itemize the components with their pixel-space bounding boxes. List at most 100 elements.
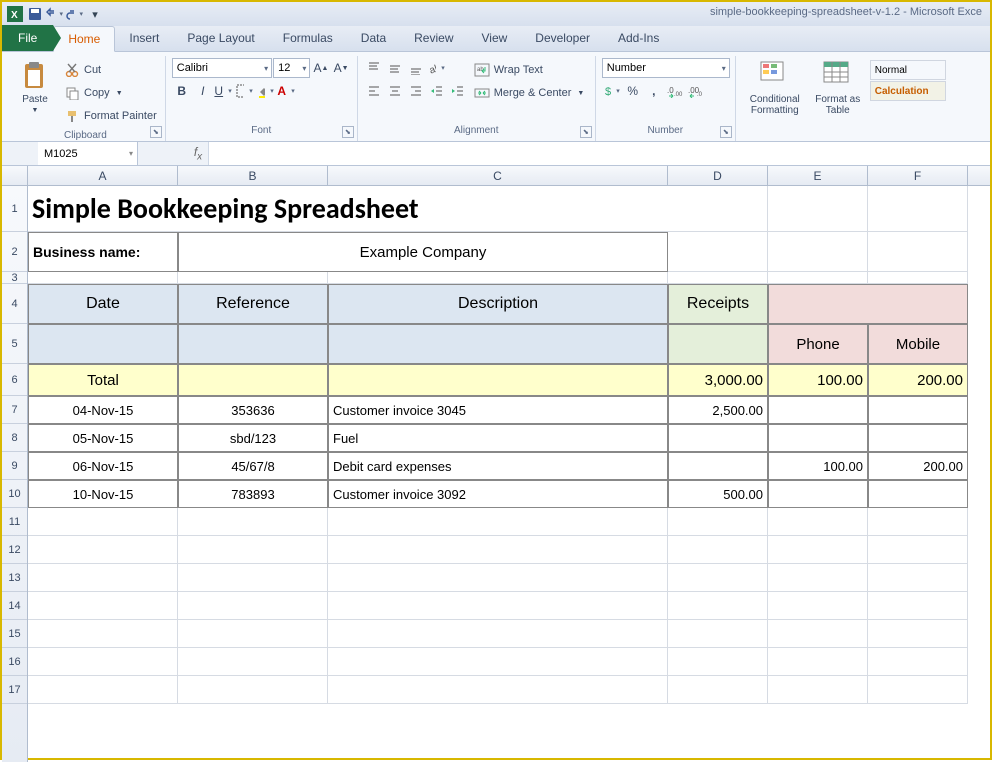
cell[interactable]	[668, 564, 768, 592]
number-launcher[interactable]: ⬊	[720, 126, 732, 138]
row-header[interactable]: 3	[2, 272, 27, 284]
tab-review[interactable]: Review	[400, 25, 467, 51]
save-icon[interactable]	[26, 5, 44, 23]
cell[interactable]	[768, 648, 868, 676]
cell[interactable]	[178, 536, 328, 564]
row-header[interactable]: 17	[2, 676, 27, 704]
align-bottom-icon[interactable]	[406, 58, 426, 78]
row-header[interactable]: 12	[2, 536, 27, 564]
hdr-receipts[interactable]: Receipts	[668, 284, 768, 324]
font-launcher[interactable]: ⬊	[342, 126, 354, 138]
cell[interactable]	[28, 620, 178, 648]
cell[interactable]	[768, 186, 868, 232]
cell[interactable]	[768, 536, 868, 564]
data-rec[interactable]	[668, 424, 768, 452]
row-header[interactable]: 2	[2, 232, 27, 272]
decrease-indent-icon[interactable]	[427, 81, 447, 101]
sub-rec[interactable]	[668, 324, 768, 364]
cell[interactable]	[28, 676, 178, 704]
total-ref[interactable]	[178, 364, 328, 396]
cell[interactable]	[668, 676, 768, 704]
qat-customize-icon[interactable]: ▾	[86, 5, 104, 23]
align-center-icon[interactable]	[385, 81, 405, 101]
row-header[interactable]: 13	[2, 564, 27, 592]
data-desc[interactable]: Customer invoice 3092	[328, 480, 668, 508]
select-all-corner[interactable]	[2, 166, 28, 185]
align-right-icon[interactable]	[406, 81, 426, 101]
font-size-select[interactable]: 12	[273, 58, 310, 78]
business-name-value[interactable]: Example Company	[178, 232, 668, 272]
style-calculation[interactable]: Calculation	[870, 81, 946, 101]
data-rec[interactable]: 2,500.00	[668, 396, 768, 424]
border-button[interactable]	[235, 81, 255, 101]
tab-data[interactable]: Data	[347, 25, 400, 51]
cell[interactable]	[668, 648, 768, 676]
align-top-icon[interactable]	[364, 58, 384, 78]
sub-ref[interactable]	[178, 324, 328, 364]
row-header[interactable]: 14	[2, 592, 27, 620]
format-as-table-button[interactable]: Format as Table	[812, 58, 864, 139]
percent-format-icon[interactable]: %	[623, 81, 643, 101]
cell[interactable]	[868, 564, 968, 592]
data-phone[interactable]	[768, 396, 868, 424]
font-color-button[interactable]: A	[277, 81, 297, 101]
tab-insert[interactable]: Insert	[115, 25, 173, 51]
cell[interactable]	[668, 620, 768, 648]
cell[interactable]	[178, 676, 328, 704]
total-phone[interactable]: 100.00	[768, 364, 868, 396]
underline-button[interactable]: U	[214, 81, 234, 101]
cell[interactable]	[28, 508, 178, 536]
accounting-format-icon[interactable]: $	[602, 81, 622, 101]
cell[interactable]	[668, 232, 768, 272]
redo-button[interactable]	[66, 5, 84, 23]
tab-developer[interactable]: Developer	[521, 25, 604, 51]
copy-button[interactable]: Copy▼	[64, 83, 157, 103]
data-desc[interactable]: Debit card expenses	[328, 452, 668, 480]
cell[interactable]	[768, 508, 868, 536]
sub-phone[interactable]: Phone	[768, 324, 868, 364]
font-name-select[interactable]: Calibri	[172, 58, 272, 78]
cell[interactable]	[178, 592, 328, 620]
row-header[interactable]: 4	[2, 284, 27, 324]
increase-font-icon[interactable]: A▲	[311, 58, 330, 78]
cell[interactable]	[28, 648, 178, 676]
bold-button[interactable]: B	[172, 81, 192, 101]
increase-indent-icon[interactable]	[448, 81, 468, 101]
cell[interactable]	[768, 676, 868, 704]
decrease-font-icon[interactable]: A▼	[332, 58, 351, 78]
alignment-launcher[interactable]: ⬊	[580, 126, 592, 138]
cell[interactable]	[868, 648, 968, 676]
undo-button[interactable]	[46, 5, 64, 23]
data-ref[interactable]: 353636	[178, 396, 328, 424]
clipboard-launcher[interactable]: ⬊	[150, 126, 162, 138]
cell[interactable]	[178, 620, 328, 648]
row-header[interactable]: 11	[2, 508, 27, 536]
cell[interactable]	[328, 536, 668, 564]
cell[interactable]	[868, 620, 968, 648]
data-date[interactable]: 04-Nov-15	[28, 396, 178, 424]
cell[interactable]	[328, 564, 668, 592]
hdr-date[interactable]: Date	[28, 284, 178, 324]
cell[interactable]	[868, 676, 968, 704]
row-header[interactable]: 5	[2, 324, 27, 364]
cut-button[interactable]: Cut	[64, 60, 157, 80]
cell[interactable]	[668, 508, 768, 536]
cell[interactable]	[28, 272, 178, 284]
data-ref[interactable]: 45/67/8	[178, 452, 328, 480]
cell[interactable]	[768, 272, 868, 284]
align-left-icon[interactable]	[364, 81, 384, 101]
data-desc[interactable]: Customer invoice 3045	[328, 396, 668, 424]
number-format-select[interactable]: Number	[602, 58, 730, 78]
name-box[interactable]: M1025	[38, 142, 138, 165]
sub-date[interactable]	[28, 324, 178, 364]
cell[interactable]	[328, 648, 668, 676]
fill-color-button[interactable]	[256, 81, 276, 101]
hdr-pink-blank[interactable]	[768, 284, 968, 324]
data-mobile[interactable]: 200.00	[868, 452, 968, 480]
row-header[interactable]: 15	[2, 620, 27, 648]
total-mobile[interactable]: 200.00	[868, 364, 968, 396]
col-header[interactable]: E	[768, 166, 868, 185]
formula-bar[interactable]	[208, 142, 990, 165]
cell[interactable]	[668, 536, 768, 564]
data-phone[interactable]	[768, 480, 868, 508]
